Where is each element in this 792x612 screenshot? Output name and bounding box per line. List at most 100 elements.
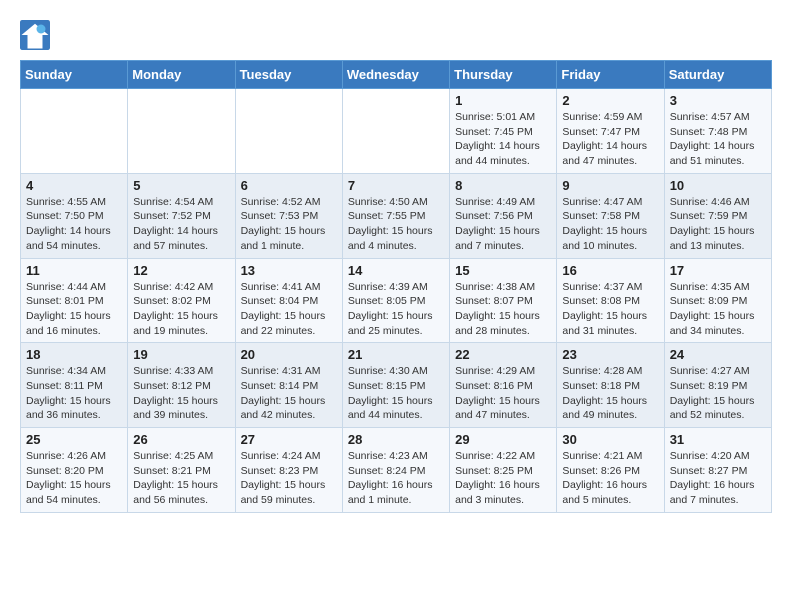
day-number: 3 — [670, 93, 766, 108]
day-number: 5 — [133, 178, 229, 193]
calendar-cell — [235, 89, 342, 174]
calendar-cell: 15 Sunrise: 4:38 AM Sunset: 8:07 PM Dayli… — [450, 258, 557, 343]
day-number: 22 — [455, 347, 551, 362]
cell-content: Sunrise: 4:20 AM Sunset: 8:27 PM Dayligh… — [670, 449, 766, 508]
cell-content: Sunrise: 4:38 AM Sunset: 8:07 PM Dayligh… — [455, 280, 551, 339]
cell-content: Sunrise: 4:57 AM Sunset: 7:48 PM Dayligh… — [670, 110, 766, 169]
day-number: 12 — [133, 263, 229, 278]
calendar-cell: 26Sunrise: 4:25 AM Sunset: 8:21 PM Dayli… — [128, 428, 235, 513]
cell-content: Sunrise: 4:39 AM Sunset: 8:05 PM Dayligh… — [348, 280, 444, 339]
header-row: SundayMondayTuesdayWednesdayThursdayFrid… — [21, 61, 772, 89]
calendar-cell: 22 Sunrise: 4:29 AM Sunset: 8:16 PM Dayli… — [450, 343, 557, 428]
day-header-wednesday: Wednesday — [342, 61, 449, 89]
day-header-thursday: Thursday — [450, 61, 557, 89]
day-number: 15 — [455, 263, 551, 278]
calendar-cell: 13Sunrise: 4:41 AM Sunset: 8:04 PM Dayli… — [235, 258, 342, 343]
day-number: 21 — [348, 347, 444, 362]
week-row-3: 11 Sunrise: 4:44 AM Sunset: 8:01 PM Dayli… — [21, 258, 772, 343]
calendar-cell: 3 Sunrise: 4:57 AM Sunset: 7:48 PM Daylig… — [664, 89, 771, 174]
calendar-cell: 25 Sunrise: 4:26 AM Sunset: 8:20 PM Dayli… — [21, 428, 128, 513]
calendar-cell: 12 Sunrise: 4:42 AM Sunset: 8:02 PM Dayli… — [128, 258, 235, 343]
cell-content: Sunrise: 4:30 AM Sunset: 8:15 PM Dayligh… — [348, 364, 444, 423]
cell-content: Sunrise: 4:24 AM Sunset: 8:23 PM Dayligh… — [241, 449, 337, 508]
week-row-4: 18 Sunrise: 4:34 AM Sunset: 8:11 PM Dayli… — [21, 343, 772, 428]
calendar-cell: 16 Sunrise: 4:37 AM Sunset: 8:08 PM Dayli… — [557, 258, 664, 343]
cell-content: Sunrise: 4:37 AM Sunset: 8:08 PM Dayligh… — [562, 280, 658, 339]
day-number: 30 — [562, 432, 658, 447]
calendar-cell: 21 Sunrise: 4:30 AM Sunset: 8:15 PM Dayli… — [342, 343, 449, 428]
calendar-cell: 20 Sunrise: 4:31 AM Sunset: 8:14 PM Dayli… — [235, 343, 342, 428]
calendar-cell: 8Sunrise: 4:49 AM Sunset: 7:56 PM Daylig… — [450, 173, 557, 258]
cell-content: Sunrise: 4:54 AM Sunset: 7:52 PM Dayligh… — [133, 195, 229, 254]
cell-content: Sunrise: 4:29 AM Sunset: 8:16 PM Dayligh… — [455, 364, 551, 423]
day-number: 11 — [26, 263, 122, 278]
cell-content: Sunrise: 4:26 AM Sunset: 8:20 PM Dayligh… — [26, 449, 122, 508]
calendar-table: SundayMondayTuesdayWednesdayThursdayFrid… — [20, 60, 772, 513]
calendar-cell: 14 Sunrise: 4:39 AM Sunset: 8:05 PM Dayli… — [342, 258, 449, 343]
calendar-cell: 10 Sunrise: 4:46 AM Sunset: 7:59 PM Dayli… — [664, 173, 771, 258]
calendar-cell: 11 Sunrise: 4:44 AM Sunset: 8:01 PM Dayli… — [21, 258, 128, 343]
day-header-friday: Friday — [557, 61, 664, 89]
logo — [20, 20, 52, 50]
cell-content: Sunrise: 4:55 AM Sunset: 7:50 PM Dayligh… — [26, 195, 122, 254]
day-number: 17 — [670, 263, 766, 278]
cell-content: Sunrise: 4:23 AM Sunset: 8:24 PM Dayligh… — [348, 449, 444, 508]
day-number: 7 — [348, 178, 444, 193]
cell-content: Sunrise: 4:46 AM Sunset: 7:59 PM Dayligh… — [670, 195, 766, 254]
day-number: 26 — [133, 432, 229, 447]
logo-icon — [20, 20, 50, 50]
day-number: 31 — [670, 432, 766, 447]
cell-content: Sunrise: 4:44 AM Sunset: 8:01 PM Dayligh… — [26, 280, 122, 339]
calendar-cell: 29 Sunrise: 4:22 AM Sunset: 8:25 PM Dayli… — [450, 428, 557, 513]
day-header-monday: Monday — [128, 61, 235, 89]
day-number: 6 — [241, 178, 337, 193]
calendar-cell: 17 Sunrise: 4:35 AM Sunset: 8:09 PM Dayli… — [664, 258, 771, 343]
day-header-sunday: Sunday — [21, 61, 128, 89]
cell-content: Sunrise: 4:31 AM Sunset: 8:14 PM Dayligh… — [241, 364, 337, 423]
cell-content: Sunrise: 4:34 AM Sunset: 8:11 PM Dayligh… — [26, 364, 122, 423]
day-number: 28 — [348, 432, 444, 447]
day-header-tuesday: Tuesday — [235, 61, 342, 89]
day-number: 4 — [26, 178, 122, 193]
day-number: 25 — [26, 432, 122, 447]
day-number: 23 — [562, 347, 658, 362]
day-number: 24 — [670, 347, 766, 362]
cell-content: Sunrise: 4:49 AM Sunset: 7:56 PM Dayligh… — [455, 195, 551, 254]
calendar-cell: 30Sunrise: 4:21 AM Sunset: 8:26 PM Dayli… — [557, 428, 664, 513]
calendar-cell — [21, 89, 128, 174]
week-row-5: 25 Sunrise: 4:26 AM Sunset: 8:20 PM Dayli… — [21, 428, 772, 513]
calendar-cell — [128, 89, 235, 174]
calendar-cell: 28 Sunrise: 4:23 AM Sunset: 8:24 PM Dayli… — [342, 428, 449, 513]
day-number: 14 — [348, 263, 444, 278]
calendar-cell: 2 Sunrise: 4:59 AM Sunset: 7:47 PM Daylig… — [557, 89, 664, 174]
calendar-cell: 7 Sunrise: 4:50 AM Sunset: 7:55 PM Daylig… — [342, 173, 449, 258]
calendar-cell: 6 Sunrise: 4:52 AM Sunset: 7:53 PM Daylig… — [235, 173, 342, 258]
day-number: 2 — [562, 93, 658, 108]
cell-content: Sunrise: 4:22 AM Sunset: 8:25 PM Dayligh… — [455, 449, 551, 508]
week-row-2: 4 Sunrise: 4:55 AM Sunset: 7:50 PM Daylig… — [21, 173, 772, 258]
day-number: 18 — [26, 347, 122, 362]
day-number: 16 — [562, 263, 658, 278]
day-header-saturday: Saturday — [664, 61, 771, 89]
cell-content: Sunrise: 5:01 AM Sunset: 7:45 PM Dayligh… — [455, 110, 551, 169]
cell-content: Sunrise: 4:42 AM Sunset: 8:02 PM Dayligh… — [133, 280, 229, 339]
day-number: 19 — [133, 347, 229, 362]
calendar-cell: 9Sunrise: 4:47 AM Sunset: 7:58 PM Daylig… — [557, 173, 664, 258]
cell-content: Sunrise: 4:33 AM Sunset: 8:12 PM Dayligh… — [133, 364, 229, 423]
calendar-cell — [342, 89, 449, 174]
day-number: 20 — [241, 347, 337, 362]
day-number: 10 — [670, 178, 766, 193]
cell-content: Sunrise: 4:59 AM Sunset: 7:47 PM Dayligh… — [562, 110, 658, 169]
day-number: 9 — [562, 178, 658, 193]
calendar-cell: 4 Sunrise: 4:55 AM Sunset: 7:50 PM Daylig… — [21, 173, 128, 258]
calendar-cell: 1Sunrise: 5:01 AM Sunset: 7:45 PM Daylig… — [450, 89, 557, 174]
cell-content: Sunrise: 4:52 AM Sunset: 7:53 PM Dayligh… — [241, 195, 337, 254]
cell-content: Sunrise: 4:28 AM Sunset: 8:18 PM Dayligh… — [562, 364, 658, 423]
cell-content: Sunrise: 4:50 AM Sunset: 7:55 PM Dayligh… — [348, 195, 444, 254]
calendar-cell: 19 Sunrise: 4:33 AM Sunset: 8:12 PM Dayli… — [128, 343, 235, 428]
day-number: 29 — [455, 432, 551, 447]
page-header — [20, 20, 772, 50]
cell-content: Sunrise: 4:35 AM Sunset: 8:09 PM Dayligh… — [670, 280, 766, 339]
day-number: 27 — [241, 432, 337, 447]
day-number: 13 — [241, 263, 337, 278]
